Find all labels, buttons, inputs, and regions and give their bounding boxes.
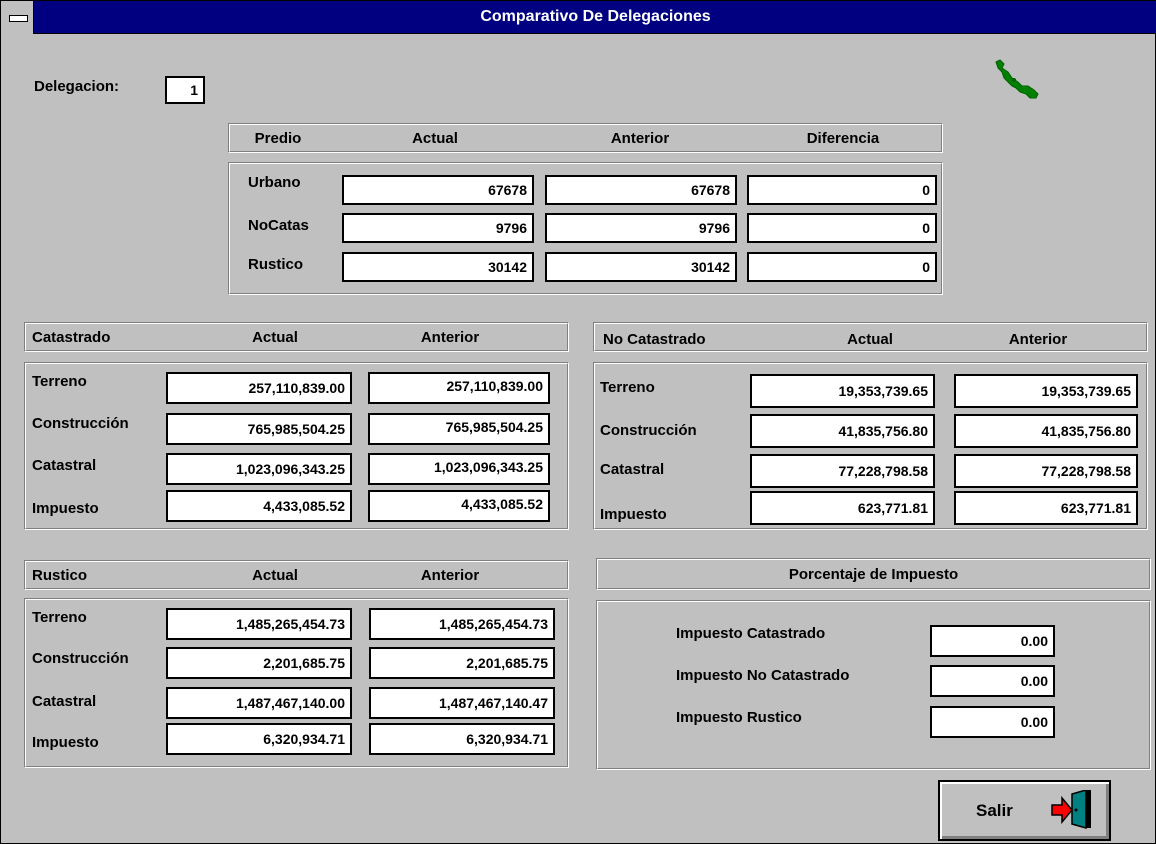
nocatas-anterior-field[interactable]: 9796 (545, 213, 737, 243)
predio-header: Predio (254, 130, 302, 147)
rustico-header: Rustico (32, 567, 88, 584)
no-catastrado-catastral-label: Catastral (600, 461, 665, 478)
rustico-terreno-label: Terreno (32, 609, 87, 626)
no-catastrado-terreno-anterior-field[interactable]: 19,353,739.65 (954, 374, 1138, 408)
delegacion-label: Delegacion: (34, 78, 120, 95)
rustico-construccion-anterior-field[interactable]: 2,201,685.75 (369, 647, 555, 679)
rustico-impuesto-label: Impuesto (32, 734, 99, 751)
impuesto-catastrado-label: Impuesto Catastrado (676, 625, 826, 642)
salir-label: Salir (976, 801, 1013, 820)
catastrado-construccion-actual-field[interactable]: 765,985,504.25 (166, 413, 352, 445)
catastrado-catastral-actual-field[interactable]: 1,023,096,343.25 (166, 453, 352, 485)
rustico-anterior-field[interactable]: 30142 (545, 252, 737, 282)
exit-door-icon (1051, 790, 1091, 829)
nocatas-actual-field[interactable]: 9796 (342, 213, 534, 243)
impuesto-rustico-field[interactable]: 0.00 (930, 706, 1055, 738)
rustico-anterior-header: Anterior (420, 567, 480, 584)
urbano-diferencia-field[interactable]: 0 (747, 175, 937, 205)
no-catastrado-catastral-actual-field[interactable]: 77,228,798.58 (750, 454, 935, 488)
predio-diferencia-header: Diferencia (806, 130, 880, 147)
delegacion-field[interactable]: 1 (165, 76, 205, 104)
catastrado-catastral-anterior-field[interactable]: 1,023,096,343.25 (368, 453, 550, 485)
title-bar[interactable]: Comparativo De Delegaciones (1, 1, 1156, 34)
rustico-impuesto-anterior-field[interactable]: 6,320,934.71 (369, 723, 555, 755)
catastrado-impuesto-anterior-field[interactable]: 4,433,085.52 (368, 490, 550, 522)
row-label-nocatas: NoCatas (248, 217, 309, 234)
impuesto-catastrado-field[interactable]: 0.00 (930, 625, 1055, 657)
no-catastrado-construccion-actual-field[interactable]: 41,835,756.80 (750, 414, 935, 448)
catastrado-terreno-label: Terreno (32, 373, 87, 390)
catastrado-terreno-anterior-field[interactable]: 257,110,839.00 (368, 372, 550, 404)
rustico-construccion-label: Construcción (32, 650, 129, 667)
predio-anterior-header: Anterior (610, 130, 670, 147)
no-catastrado-terreno-actual-field[interactable]: 19,353,739.65 (750, 374, 935, 408)
catastrado-construccion-anterior-field[interactable]: 765,985,504.25 (368, 413, 550, 445)
urbano-anterior-field[interactable]: 67678 (545, 175, 737, 205)
catastrado-terreno-actual-field[interactable]: 257,110,839.00 (166, 372, 352, 404)
catastrado-catastral-label: Catastral (32, 457, 97, 474)
rustico-terreno-actual-field[interactable]: 1,485,265,454.73 (166, 608, 352, 640)
rustico-catastral-label: Catastral (32, 693, 97, 710)
impuesto-rustico-label: Impuesto Rustico (676, 709, 802, 726)
no-catastrado-impuesto-actual-field[interactable]: 623,771.81 (750, 491, 935, 525)
rustico-terreno-anterior-field[interactable]: 1,485,265,454.73 (369, 608, 555, 640)
no-catastrado-impuesto-anterior-field[interactable]: 623,771.81 (954, 491, 1138, 525)
no-catastrado-construccion-anterior-field[interactable]: 41,835,756.80 (954, 414, 1138, 448)
catastrado-anterior-header: Anterior (420, 329, 480, 346)
rustico-catastral-anterior-field[interactable]: 1,487,467,140.47 (369, 687, 555, 719)
no-catastrado-impuesto-label: Impuesto (600, 506, 667, 523)
catastrado-construccion-label: Construcción (32, 415, 129, 432)
rustico-diferencia-field[interactable]: 0 (747, 252, 937, 282)
impuesto-no-catastrado-label: Impuesto No Catastrado (676, 667, 850, 684)
rustico-catastral-actual-field[interactable]: 1,487,467,140.00 (166, 687, 352, 719)
no-catastrado-catastral-anterior-field[interactable]: 77,228,798.58 (954, 454, 1138, 488)
nocatas-diferencia-field[interactable]: 0 (747, 213, 937, 243)
predio-actual-header: Actual (412, 130, 458, 147)
catastrado-impuesto-actual-field[interactable]: 4,433,085.52 (166, 490, 352, 522)
urbano-actual-field[interactable]: 67678 (342, 175, 534, 205)
salir-button[interactable]: Salir (938, 780, 1111, 841)
catastrado-header: Catastrado (32, 329, 111, 346)
rustico-construccion-actual-field[interactable]: 2,201,685.75 (166, 647, 352, 679)
no-catastrado-terreno-label: Terreno (600, 379, 655, 396)
no-catastrado-header: No Catastrado (603, 331, 706, 348)
porcentaje-header: Porcentaje de Impuesto (788, 566, 959, 583)
rustico-actual-field[interactable]: 30142 (342, 252, 534, 282)
row-label-rustico: Rustico (248, 256, 304, 273)
no-catastrado-construccion-label: Construcción (600, 422, 697, 439)
map-icon (995, 59, 1039, 99)
no-catastrado-anterior-header: Anterior (1008, 331, 1068, 348)
catastrado-impuesto-label: Impuesto (32, 500, 99, 517)
system-menu-icon[interactable] (1, 1, 34, 34)
window-title: Comparativo De Delegaciones (480, 8, 711, 25)
rustico-impuesto-actual-field[interactable]: 6,320,934.71 (166, 723, 352, 755)
impuesto-no-catastrado-field[interactable]: 0.00 (930, 665, 1055, 697)
row-label-urbano: Urbano (248, 174, 301, 191)
